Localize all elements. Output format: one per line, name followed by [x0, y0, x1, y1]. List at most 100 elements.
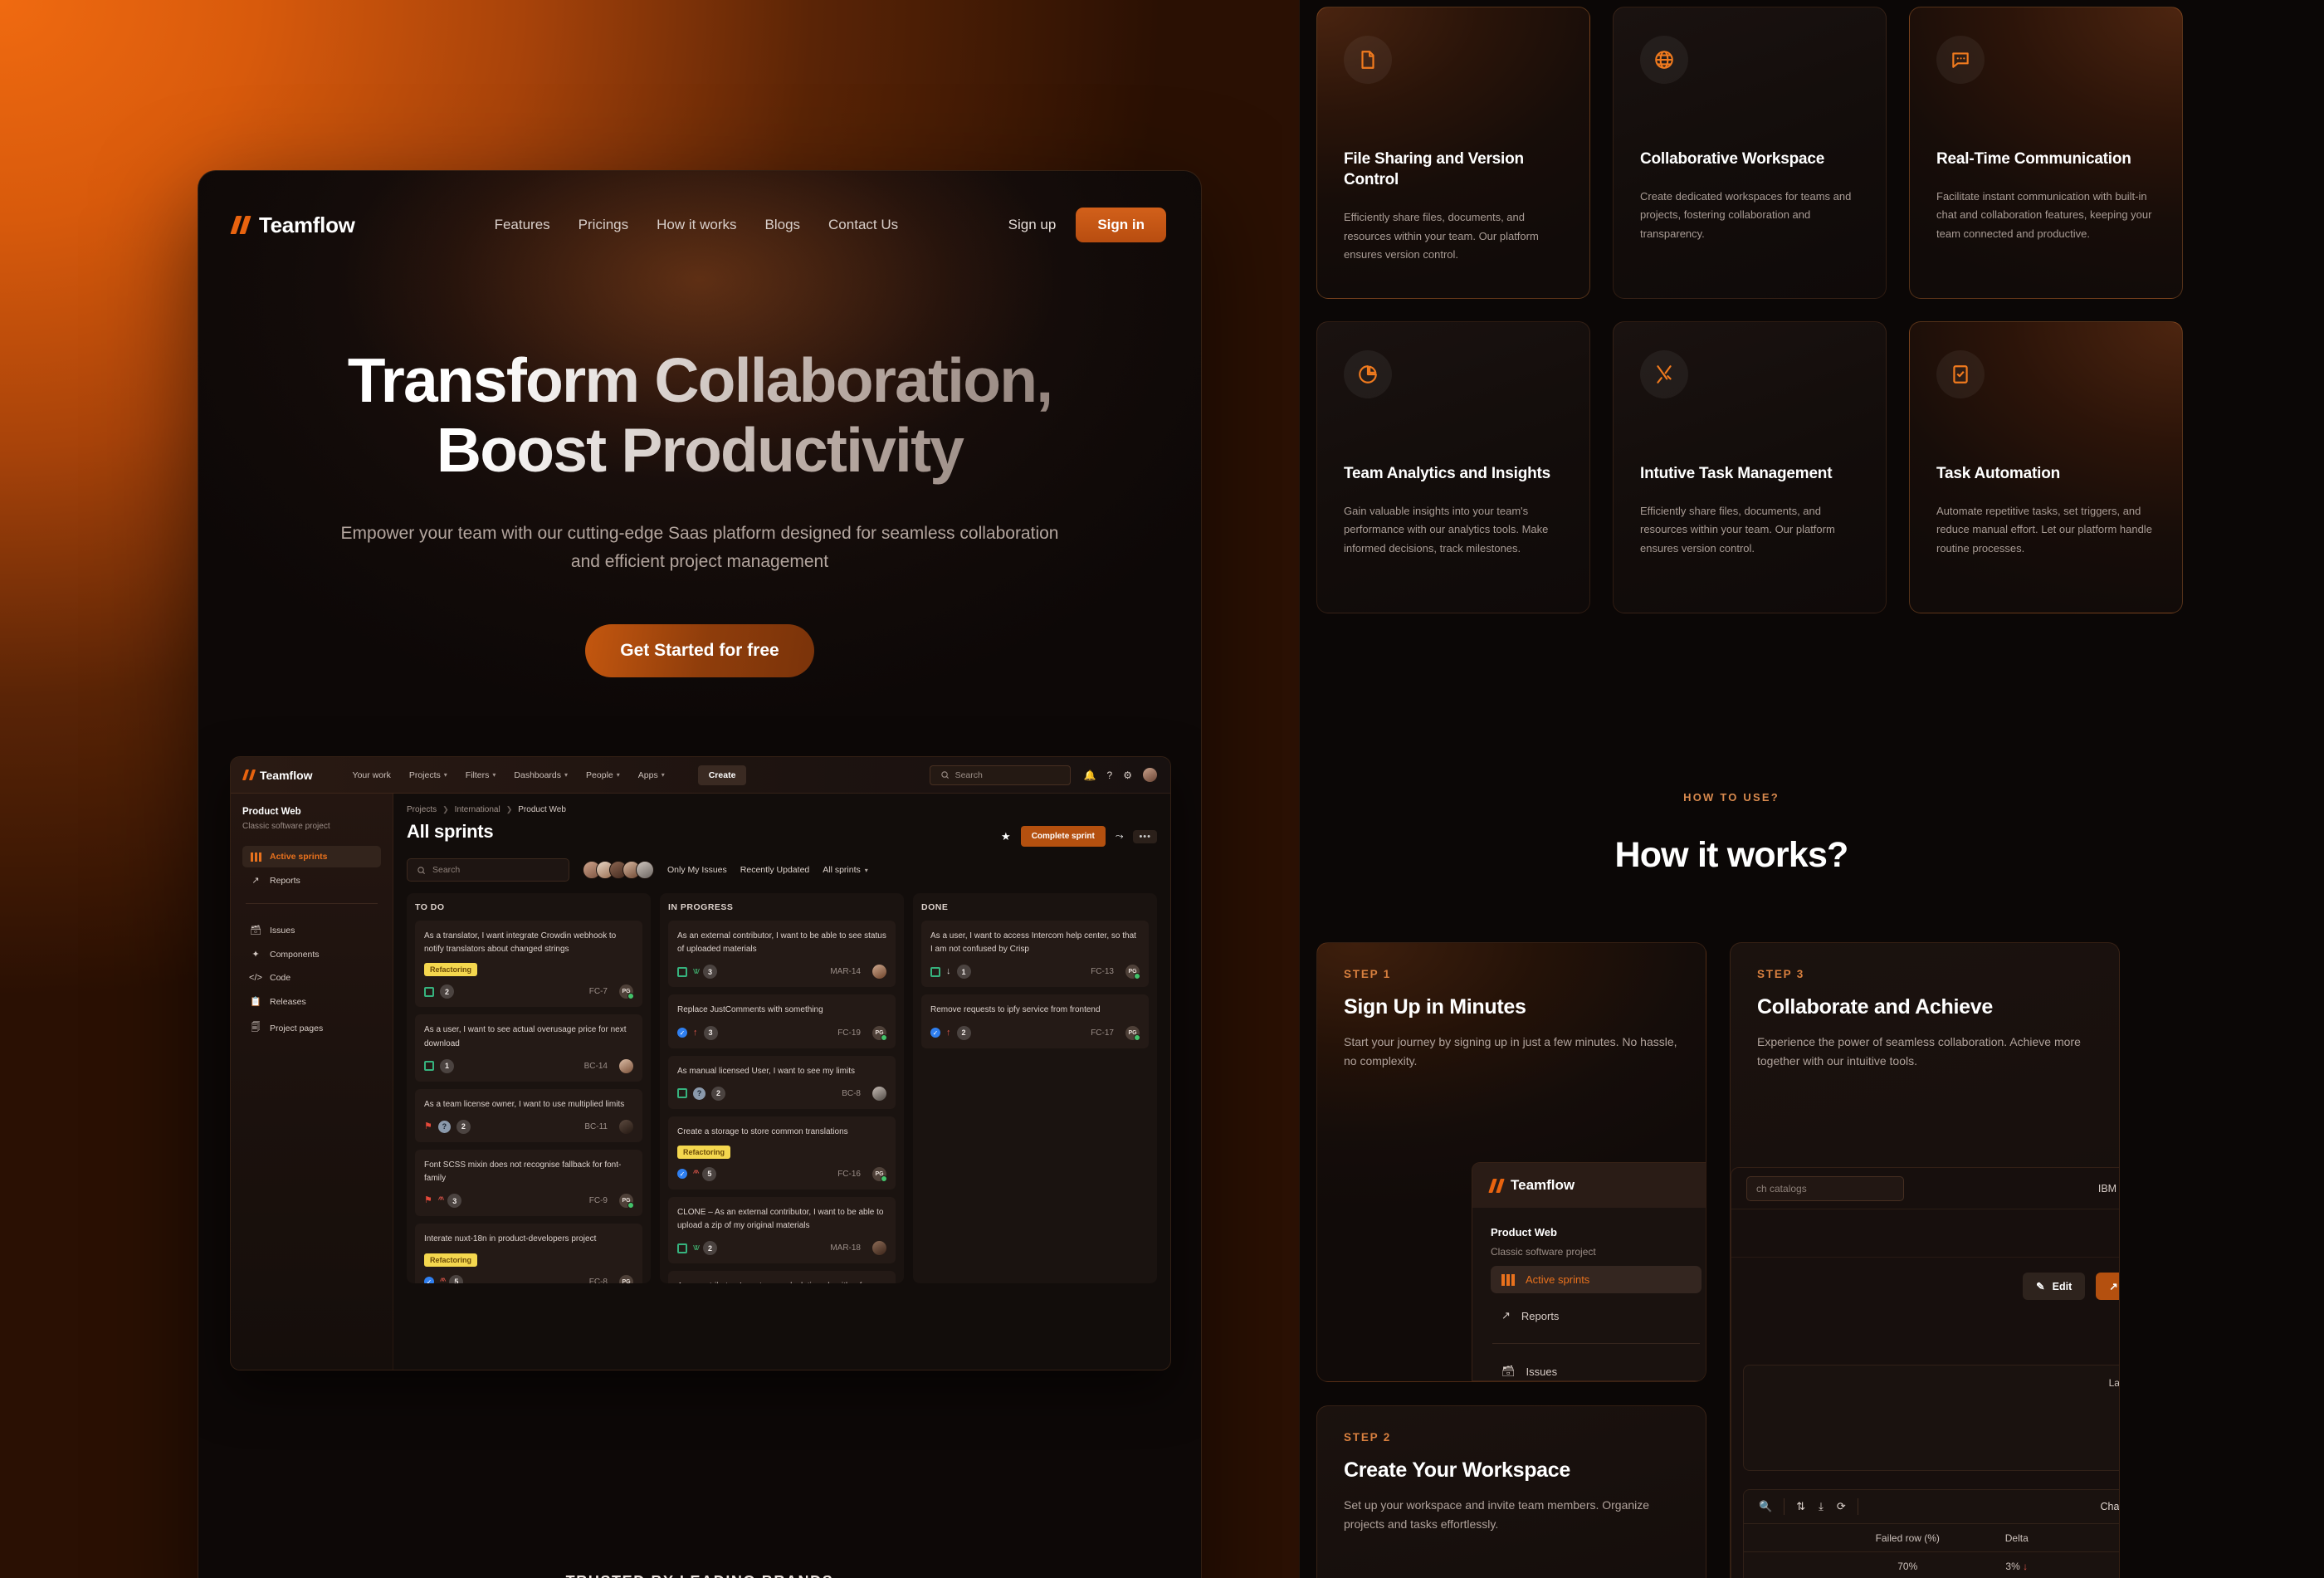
avatar[interactable]	[636, 861, 654, 879]
refresh-icon[interactable]: ⟳	[1837, 1500, 1846, 1513]
app-search-input[interactable]: Search	[929, 765, 1071, 785]
table-row[interactable]: 70% 3% ↓ 📁	[1744, 1551, 2119, 1578]
board-card[interactable]: As a contributor, I want new calculation…	[668, 1271, 896, 1283]
app-brand[interactable]: Teamflow	[242, 769, 313, 782]
bell-icon[interactable]: 🔔	[1084, 769, 1096, 781]
sidebar-item-components[interactable]: ✦ Components	[242, 943, 381, 965]
avatar[interactable]: PG	[872, 1025, 887, 1041]
search-icon[interactable]: 🔍	[1759, 1500, 1772, 1513]
nav-link-contact-us[interactable]: Contact Us	[828, 217, 898, 233]
gear-icon[interactable]: ⚙	[1123, 769, 1132, 781]
nav-link-pricings[interactable]: Pricings	[579, 217, 628, 233]
avatar[interactable]: PG	[619, 1194, 634, 1209]
app-menu-dashboards[interactable]: Dashboards ▾	[514, 770, 568, 780]
board-search-input[interactable]: Search	[407, 858, 569, 882]
code-icon: </>	[249, 973, 262, 983]
step1-item-reports[interactable]: ↗ Reports	[1491, 1302, 1702, 1330]
avatar[interactable]: PG	[619, 984, 634, 1000]
chart-view-toggle[interactable]: Chart view ↗	[2100, 1501, 2119, 1513]
sidebar-item-label: Project pages	[270, 1023, 324, 1033]
step-desc: Experience the power of seamless collabo…	[1757, 1035, 2081, 1067]
board-card[interactable]: As a user, I want to see actual overusag…	[415, 1014, 642, 1082]
step-card-1[interactable]: STEP 1 Sign Up in Minutes Start your jou…	[1316, 942, 1706, 1382]
sidebar-item-reports[interactable]: ↗ Reports	[242, 869, 381, 892]
step3-range-select[interactable]: Last 7 days ▾	[2109, 1377, 2119, 1389]
breadcrumb-projects[interactable]: Projects	[407, 805, 437, 814]
feature-card-real-time-communication[interactable]: Real-Time Communication Facilitate insta…	[1909, 7, 2183, 299]
avatar[interactable]: PG	[619, 1274, 634, 1283]
board-card[interactable]: As an external contributor, I want to be…	[668, 921, 896, 988]
sidebar-item-active-sprints[interactable]: Active sprints	[242, 846, 381, 867]
analyze-button[interactable]: ↗ Analyze	[2096, 1273, 2119, 1300]
board-card[interactable]: Font SCSS mixin does not recognise fallb…	[415, 1149, 642, 1217]
board-card[interactable]: CLONE – As an external contributor, I wa…	[668, 1196, 896, 1264]
breadcrumb-international[interactable]: International	[455, 805, 500, 814]
app-menu-filters[interactable]: Filters ▾	[466, 770, 496, 780]
step-card-2[interactable]: STEP 2 Create Your Workspace Set up your…	[1316, 1405, 1706, 1578]
board-card[interactable]: Replace JustComments with something ↑ 3 …	[668, 994, 896, 1048]
sidebar-item-label: Reports	[270, 875, 300, 886]
board-card[interactable]: Interate nuxt-18n in product-developers …	[415, 1224, 642, 1283]
avatar[interactable]	[619, 1058, 633, 1073]
step-card-3[interactable]: STEP 3 Collaborate and Achieve Experienc…	[1730, 942, 2120, 1578]
table-cell-folder[interactable]: 📁	[2072, 1561, 2120, 1572]
chevron-down-icon: ▾	[864, 866, 868, 874]
filter-only-my-issues[interactable]: Only My Issues	[667, 865, 727, 875]
sign-up-link[interactable]: Sign up	[1008, 217, 1057, 233]
avatar[interactable]	[872, 1241, 886, 1256]
avatar[interactable]	[872, 1086, 886, 1101]
sidebar-item-project-pages[interactable]: 🗐 Project pages	[242, 1014, 381, 1042]
edit-button[interactable]: ✎ Edit	[2023, 1273, 2086, 1300]
board-card[interactable]: As a user, I want to access Intercom hel…	[921, 921, 1149, 988]
sign-in-button[interactable]: Sign in	[1076, 208, 1166, 242]
avatar[interactable]: PG	[872, 1166, 887, 1182]
app-menu-your-work[interactable]: Your work	[353, 770, 391, 780]
sidebar-item-code[interactable]: </> Code	[242, 967, 381, 989]
avatar[interactable]	[619, 1119, 633, 1134]
help-icon[interactable]: ?	[1107, 769, 1113, 781]
board-card[interactable]: As manual licensed User, I want to see m…	[668, 1055, 896, 1109]
app-menu-projects[interactable]: Projects ▾	[409, 770, 447, 780]
feature-card-team-analytics[interactable]: Team Analytics and Insights Gain valuabl…	[1316, 321, 1590, 613]
filter-icon[interactable]: ⇅	[1796, 1500, 1805, 1513]
feature-card-file-sharing[interactable]: File Sharing and Version Control Efficie…	[1316, 7, 1590, 299]
download-icon[interactable]: ⤓	[1819, 1500, 1824, 1513]
app-menu-apps[interactable]: Apps ▾	[638, 770, 665, 780]
step1-item-active-sprints[interactable]: Active sprints	[1491, 1266, 1702, 1293]
story-type-icon	[424, 986, 434, 997]
feature-card-collaborative-workspace[interactable]: Collaborative Workspace Create dedicated…	[1613, 7, 1887, 299]
feature-card-task-management[interactable]: Intutive Task Management Efficiently sha…	[1613, 321, 1887, 613]
nav-link-blogs[interactable]: Blogs	[765, 217, 801, 233]
feature-card-task-automation[interactable]: Task Automation Automate repetitive task…	[1909, 321, 2183, 613]
more-options-icon[interactable]: •••	[1133, 829, 1157, 843]
nav-link-features[interactable]: Features	[495, 217, 550, 233]
share-icon[interactable]: ⤳	[1116, 830, 1124, 843]
app-menu-people[interactable]: People ▾	[586, 770, 620, 780]
board-card[interactable]: As a translator, I want integrate Crowdi…	[415, 921, 642, 1008]
complete-sprint-button[interactable]: Complete sprint	[1020, 826, 1106, 847]
step3-search-input[interactable]: ch catalogs	[1746, 1175, 1904, 1201]
board-card[interactable]: Create a storage to store common transla…	[668, 1116, 896, 1190]
sidebar-item-issues[interactable]: 🗃 Issues	[242, 919, 381, 941]
step1-item-label: Issues	[1526, 1365, 1558, 1378]
sidebar-item-releases[interactable]: 📋 Releases	[242, 990, 381, 1013]
star-icon[interactable]: ★	[1001, 830, 1011, 843]
member-avatars[interactable]	[583, 861, 654, 879]
step3-org-select[interactable]: IBM ▾	[2098, 1183, 2119, 1194]
filter-all-sprints[interactable]: All sprints ▾	[823, 865, 868, 875]
avatar[interactable]	[1143, 768, 1157, 782]
avatar[interactable]: PG	[1125, 1025, 1140, 1041]
breadcrumb-product-web[interactable]: Product Web	[518, 805, 566, 814]
avatar[interactable]	[872, 965, 886, 980]
board-card[interactable]: Remove requests to ipfy service from fro…	[921, 994, 1149, 1048]
nav-link-how-it-works[interactable]: How it works	[657, 217, 736, 233]
step1-item-issues[interactable]: 🗃 Issues	[1491, 1357, 1702, 1380]
app-search-placeholder: Search	[954, 769, 983, 780]
card-footer: ↑ 2 FC-17 PG	[930, 1025, 1140, 1041]
filter-recently-updated[interactable]: Recently Updated	[740, 865, 809, 875]
get-started-button[interactable]: Get Started for free	[585, 624, 814, 678]
brand[interactable]: Teamflow	[230, 213, 355, 238]
avatar[interactable]: PG	[1125, 965, 1140, 980]
board-card[interactable]: As a team license owner, I want to use m…	[415, 1088, 642, 1142]
create-button[interactable]: Create	[697, 765, 747, 785]
